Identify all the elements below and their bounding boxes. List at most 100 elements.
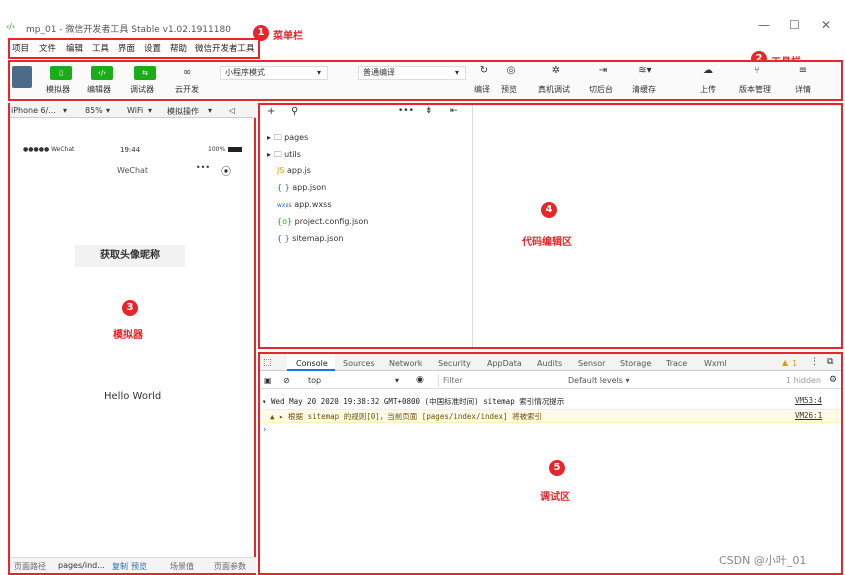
log-text: ▲ ▸ 根据 sitemap 的规则[0]，当前页面 [pages/index/… (270, 412, 543, 421)
status-time: 19:44 (120, 146, 141, 154)
copy-link[interactable]: 复制 (112, 561, 128, 572)
preview-link[interactable]: 预览 (131, 561, 147, 572)
close-button[interactable]: ✕ (821, 18, 831, 32)
tab-audits[interactable]: Audits (537, 359, 562, 368)
chevron-down-icon: ▾ (63, 106, 68, 115)
compile-select[interactable]: 普通编译 ▾ (358, 66, 466, 80)
preview-icon[interactable]: ◎ (500, 64, 522, 78)
network-select[interactable]: WiFi (127, 106, 143, 115)
annotation-label-code-editor: 代码编辑区 (522, 237, 572, 248)
file-tree-item[interactable]: JS app.js (277, 166, 311, 175)
window-title: mp_01 - 微信开发者工具 Stable v1.02.1911180 (26, 25, 231, 35)
annotation-badge-4: 4 (541, 202, 557, 218)
tab-sources[interactable]: Sources (343, 359, 375, 368)
menu-item-interface[interactable]: 界面 (118, 42, 135, 54)
get-avatar-button[interactable]: 获取头像昵称 (75, 245, 185, 267)
tab-network[interactable]: Network (389, 359, 422, 368)
tab-security[interactable]: Security (438, 359, 471, 368)
watermark: CSDN @小叶_01 (719, 554, 807, 567)
scene-value-label[interactable]: 场景值 (170, 561, 194, 572)
footer-path-label: 页面路径 (14, 562, 46, 571)
file-tree-item[interactable]: ▸ 🗀 pages (267, 132, 308, 146)
gear-icon[interactable]: ⚙ (829, 375, 837, 385)
json-file-icon: { } (277, 234, 290, 243)
background-icon[interactable]: ⇥ (592, 64, 614, 78)
nav-title: WeChat (117, 166, 149, 175)
avatar[interactable] (12, 66, 32, 88)
dock-icon[interactable]: ⧉ (827, 357, 833, 367)
simulator-label: 模拟器 (46, 85, 70, 94)
annotation-label-debug: 调试区 (540, 492, 570, 503)
menu-item-devtools[interactable]: 微信开发者工具 (195, 42, 255, 54)
editor-toggle-icon[interactable]: ‹/› (91, 66, 113, 80)
version-label: 版本管理 (739, 85, 771, 94)
search-icon[interactable]: ⚲ (291, 106, 298, 117)
sort-icon[interactable]: ⇟ (425, 106, 433, 116)
version-branch-icon[interactable]: ⑂ (746, 64, 768, 78)
tab-wxml[interactable]: Wxml (704, 359, 727, 368)
cloud-dev-label: 云开发 (175, 85, 199, 94)
console-prompt[interactable]: › (263, 425, 267, 435)
more-dots-icon[interactable]: ••• (398, 106, 414, 116)
kebab-menu-icon[interactable]: ⋮ (810, 357, 819, 367)
clear-cache-label: 清缓存 (632, 85, 656, 94)
menu-item-settings[interactable]: 设置 (144, 42, 161, 54)
file-name: app.js (286, 166, 311, 175)
status-carrier: ●●●●● WeChat (23, 146, 75, 153)
debugger-toggle-icon[interactable]: ⇆ (134, 66, 156, 80)
file-tree-item[interactable]: { } app.json (277, 183, 326, 192)
menu-item-file[interactable]: 文件 (39, 42, 56, 54)
simulator-toggle-icon[interactable]: ▯ (50, 66, 72, 80)
layers-icon[interactable]: ≋▾ (634, 64, 656, 78)
clear-console-icon[interactable]: ⊘ (283, 376, 290, 385)
menu-item-project[interactable]: 项目 (12, 42, 29, 54)
file-tree-item[interactable]: wxss app.wxss (277, 200, 331, 209)
maximize-button[interactable]: ☐ (789, 18, 800, 32)
menu-item-help[interactable]: 帮助 (170, 42, 187, 54)
context-select[interactable]: top (308, 376, 321, 385)
more-dots-icon[interactable]: ••• (188, 163, 218, 177)
page-params-label[interactable]: 页面参数 (214, 561, 246, 572)
menu-item-edit[interactable]: 编辑 (66, 42, 83, 54)
console-log-row[interactable]: ▾ Wed May 20 2020 19:38:32 GMT+0800 (中国标… (262, 396, 841, 407)
console-filter-input[interactable] (438, 374, 558, 387)
operation-select[interactable]: 模拟操作 (167, 106, 199, 117)
zoom-select[interactable]: 85% (85, 106, 103, 115)
collapse-icon[interactable]: ⇤ (450, 106, 458, 116)
app-logo-icon: ‹/› (6, 22, 16, 31)
source-link[interactable]: VM53:4 (795, 396, 822, 405)
speaker-icon[interactable]: ◁ (229, 106, 235, 115)
upload-cloud-icon[interactable]: ☁ (697, 64, 719, 78)
source-link[interactable]: VM26:1 (795, 411, 822, 420)
log-levels-select[interactable]: Default levels ▾ (568, 376, 630, 385)
compile-icon[interactable]: ↻ (473, 64, 495, 78)
file-name: sitemap.json (292, 234, 344, 243)
background-label: 切后台 (589, 85, 613, 94)
inspect-icon[interactable]: ⬚ (263, 358, 272, 368)
tab-sensor[interactable]: Sensor (578, 359, 605, 368)
close-capsule-icon[interactable]: ⦿ (221, 163, 235, 178)
footer-path: pages/ind... (58, 561, 105, 570)
file-tree-item[interactable]: { } sitemap.json (277, 234, 343, 243)
preview-label: 预览 (501, 85, 517, 94)
tab-storage[interactable]: Storage (620, 359, 651, 368)
eye-icon[interactable]: ◉ (416, 375, 424, 385)
device-select[interactable]: iPhone 6/... (11, 106, 56, 115)
menu-item-tools[interactable]: 工具 (92, 42, 109, 54)
compile-label: 编译 (474, 85, 490, 94)
tab-trace[interactable]: Trace (666, 359, 687, 368)
menu-lines-icon[interactable]: ≡ (792, 64, 814, 78)
file-tree-item[interactable]: ▸ 🗀 utils (267, 149, 301, 163)
bug-icon[interactable]: ✲ (545, 64, 567, 78)
sidebar-toggle-icon[interactable]: ▣ (264, 376, 272, 385)
file-tree-item[interactable]: {o} project.config.json (277, 217, 368, 226)
mode-select[interactable]: 小程序模式 ▾ (220, 66, 328, 80)
add-icon[interactable]: + (267, 106, 275, 117)
chevron-down-icon: ▾ (454, 68, 459, 77)
cloud-dev-icon[interactable]: ∞ (176, 66, 198, 80)
warning-count: 1 (792, 359, 798, 368)
tab-appdata[interactable]: AppData (487, 359, 522, 368)
chevron-down-icon: ▾ (395, 376, 400, 385)
minimize-button[interactable]: — (758, 18, 770, 32)
tab-console[interactable]: Console (296, 359, 328, 368)
